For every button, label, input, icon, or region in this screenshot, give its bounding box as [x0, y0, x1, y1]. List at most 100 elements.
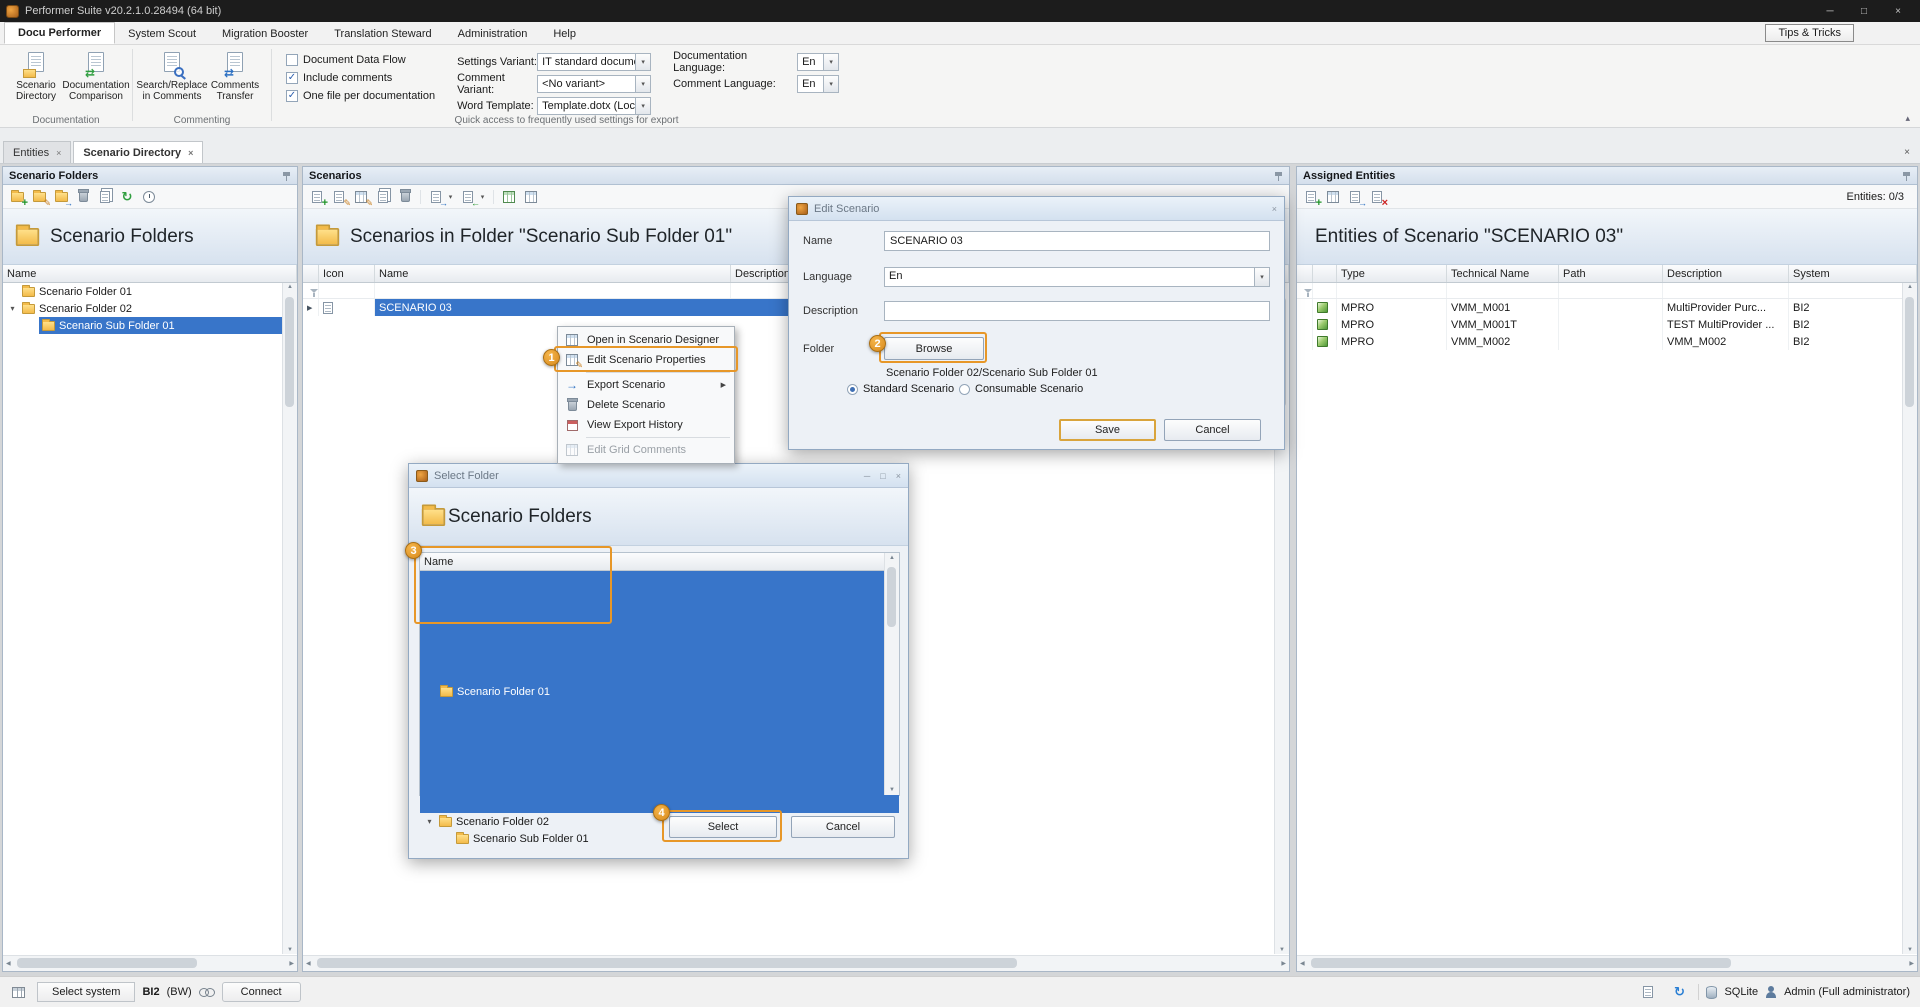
column-description[interactable]: Description — [1663, 265, 1789, 282]
scroll-up-icon[interactable]: ▲ — [1903, 284, 1917, 290]
scroll-right-icon[interactable]: ▶ — [1281, 960, 1286, 967]
close-button[interactable]: × — [1888, 6, 1908, 17]
scroll-left-icon[interactable]: ◀ — [306, 960, 311, 967]
expand-chevron-icon[interactable]: ▾ — [7, 304, 18, 313]
dropdown-arrow-icon[interactable]: ▾ — [1254, 268, 1269, 286]
new-folder-button[interactable] — [8, 188, 26, 206]
tab-migration-booster[interactable]: Migration Booster — [209, 24, 321, 44]
delete-scenario-button[interactable] — [396, 188, 414, 206]
check-folders-button[interactable] — [140, 188, 158, 206]
minimize-icon[interactable]: ─ — [864, 471, 870, 481]
maximize-icon[interactable]: □ — [880, 471, 885, 481]
scroll-down-icon[interactable]: ▼ — [1275, 947, 1289, 953]
dropdown-arrow-icon[interactable]: ▾ — [635, 54, 650, 70]
tree-item-scenario-folder-02[interactable]: ▾ Scenario Folder 02 — [3, 300, 297, 317]
column-name[interactable]: Name — [420, 553, 899, 570]
vertical-scrollbar[interactable]: ▲ ▼ — [1902, 283, 1917, 954]
dropdown-arrow-icon[interactable]: ▾ — [635, 98, 650, 114]
dropdown-arrow-icon[interactable]: ▾ — [635, 76, 650, 92]
tab-docu-performer[interactable]: Docu Performer — [4, 22, 115, 44]
menu-export-scenario[interactable]: → Export Scenario ▶ — [560, 375, 732, 395]
dropdown-arrow-icon[interactable]: ▾ — [823, 54, 838, 70]
copy-structure-button[interactable] — [96, 188, 114, 206]
comment-variant-dropdown[interactable]: <No variant> ▾ — [537, 75, 651, 93]
connect-button[interactable]: Connect — [222, 982, 301, 1002]
scroll-up-icon[interactable]: ▲ — [885, 555, 899, 561]
scroll-left-icon[interactable]: ◀ — [1300, 960, 1305, 967]
tab-system-scout[interactable]: System Scout — [115, 24, 209, 44]
scroll-down-icon[interactable]: ▼ — [283, 947, 297, 953]
menu-delete-scenario[interactable]: Delete Scenario — [560, 395, 732, 415]
documentation-language-dropdown[interactable]: En ▾ — [797, 53, 839, 71]
grid-view-button[interactable] — [6, 982, 30, 1002]
pin-icon[interactable] — [1902, 171, 1911, 181]
vertical-scrollbar[interactable]: ▲ ▼ — [884, 553, 899, 795]
menu-view-export-history[interactable]: View Export History — [560, 415, 732, 435]
close-icon[interactable]: × — [896, 471, 901, 481]
export-entities-button[interactable] — [1346, 188, 1364, 206]
horizontal-scrollbar[interactable]: ◀ ▶ — [303, 955, 1289, 971]
comments-transfer-button[interactable]: ⇄ Comments Transfer — [205, 47, 265, 104]
entity-row[interactable]: MPRO VMM_M002 VMM_M002 BI2 — [1297, 333, 1917, 350]
duplicate-scenario-button[interactable] — [374, 188, 392, 206]
select-button[interactable]: Select — [669, 816, 777, 838]
save-button[interactable]: Save — [1059, 419, 1156, 441]
column-technical-name[interactable]: Technical Name — [1447, 265, 1559, 282]
entity-list-button[interactable] — [1324, 188, 1342, 206]
column-icon[interactable]: Icon — [319, 265, 375, 282]
search-replace-comments-button[interactable]: Search/Replace in Comments — [139, 47, 205, 104]
scrollbar-thumb[interactable] — [317, 958, 1017, 968]
checkbox-document-data-flow[interactable]: Document Data Flow — [286, 53, 435, 67]
column-name[interactable]: Name — [375, 265, 731, 282]
tree-item-scenario-folder-01[interactable]: Scenario Folder 01 — [3, 283, 297, 300]
consumable-scenario-radio[interactable]: Consumable Scenario — [959, 383, 1083, 395]
column-path[interactable]: Path — [1559, 265, 1663, 282]
tab-translation-steward[interactable]: Translation Steward — [321, 24, 444, 44]
browse-button[interactable]: Browse — [884, 337, 984, 360]
column-name[interactable]: Name — [3, 265, 297, 282]
tree-item-scenario-sub-folder-01[interactable]: Scenario Sub Folder 01 — [3, 317, 297, 334]
column-system[interactable]: System — [1789, 265, 1917, 282]
pin-icon[interactable] — [282, 171, 291, 181]
export-scenario-button[interactable] — [427, 188, 445, 206]
description-field[interactable] — [884, 301, 1270, 321]
remove-entity-button[interactable] — [1368, 188, 1386, 206]
language-dropdown[interactable]: En ▾ — [884, 267, 1270, 287]
cancel-button[interactable]: Cancel — [791, 816, 895, 838]
edit-scenario-button[interactable] — [330, 188, 348, 206]
dropdown-arrow-icon[interactable]: ▾ — [823, 76, 838, 92]
scrollbar-thumb[interactable] — [1311, 958, 1731, 968]
close-document-icon[interactable]: × — [1904, 147, 1910, 158]
column-type[interactable]: Type — [1337, 265, 1447, 282]
filter-row[interactable] — [1297, 283, 1917, 299]
scenario-designer-button[interactable] — [352, 188, 370, 206]
word-template-dropdown[interactable]: Template.dotx (Local) ▾ — [537, 97, 651, 115]
word-export-button[interactable] — [522, 188, 540, 206]
scrollbar-thumb[interactable] — [17, 958, 197, 968]
tab-administration[interactable]: Administration — [445, 24, 541, 44]
settings-variant-dropdown[interactable]: IT standard documen... ▾ — [537, 53, 651, 71]
excel-export-button[interactable] — [500, 188, 518, 206]
scroll-right-icon[interactable]: ▶ — [1909, 960, 1914, 967]
menu-edit-scenario-properties[interactable]: Edit Scenario Properties — [560, 350, 732, 370]
horizontal-scrollbar[interactable]: ◀ ▶ — [1297, 955, 1917, 971]
checkbox-include-comments[interactable]: ✓ Include comments — [286, 71, 435, 85]
tab-help[interactable]: Help — [540, 24, 589, 44]
doctab-scenario-directory[interactable]: Scenario Directory × — [73, 141, 203, 163]
new-scenario-button[interactable] — [308, 188, 326, 206]
select-system-button[interactable]: Select system — [37, 982, 135, 1002]
documentation-comparison-button[interactable]: ⇄ Documentation Comparison — [66, 47, 126, 104]
menu-open-in-scenario-designer[interactable]: Open in Scenario Designer — [560, 330, 732, 350]
collapse-ribbon-icon[interactable]: ▴ — [1905, 113, 1910, 124]
scroll-down-icon[interactable]: ▼ — [1903, 947, 1917, 953]
expand-chevron-icon[interactable]: ▾ — [424, 817, 435, 826]
scroll-down-icon[interactable]: ▼ — [885, 787, 899, 793]
scrollbar-thumb[interactable] — [1905, 297, 1914, 407]
minimize-button[interactable]: ─ — [1820, 6, 1840, 17]
scenario-directory-button[interactable]: Scenario Directory — [6, 47, 66, 104]
doctab-entities[interactable]: Entities × — [3, 141, 71, 163]
standard-scenario-radio[interactable]: Standard Scenario — [847, 383, 954, 395]
maximize-button[interactable]: □ — [1854, 6, 1874, 17]
close-tab-icon[interactable]: × — [188, 148, 193, 158]
scroll-left-icon[interactable]: ◀ — [6, 960, 11, 967]
